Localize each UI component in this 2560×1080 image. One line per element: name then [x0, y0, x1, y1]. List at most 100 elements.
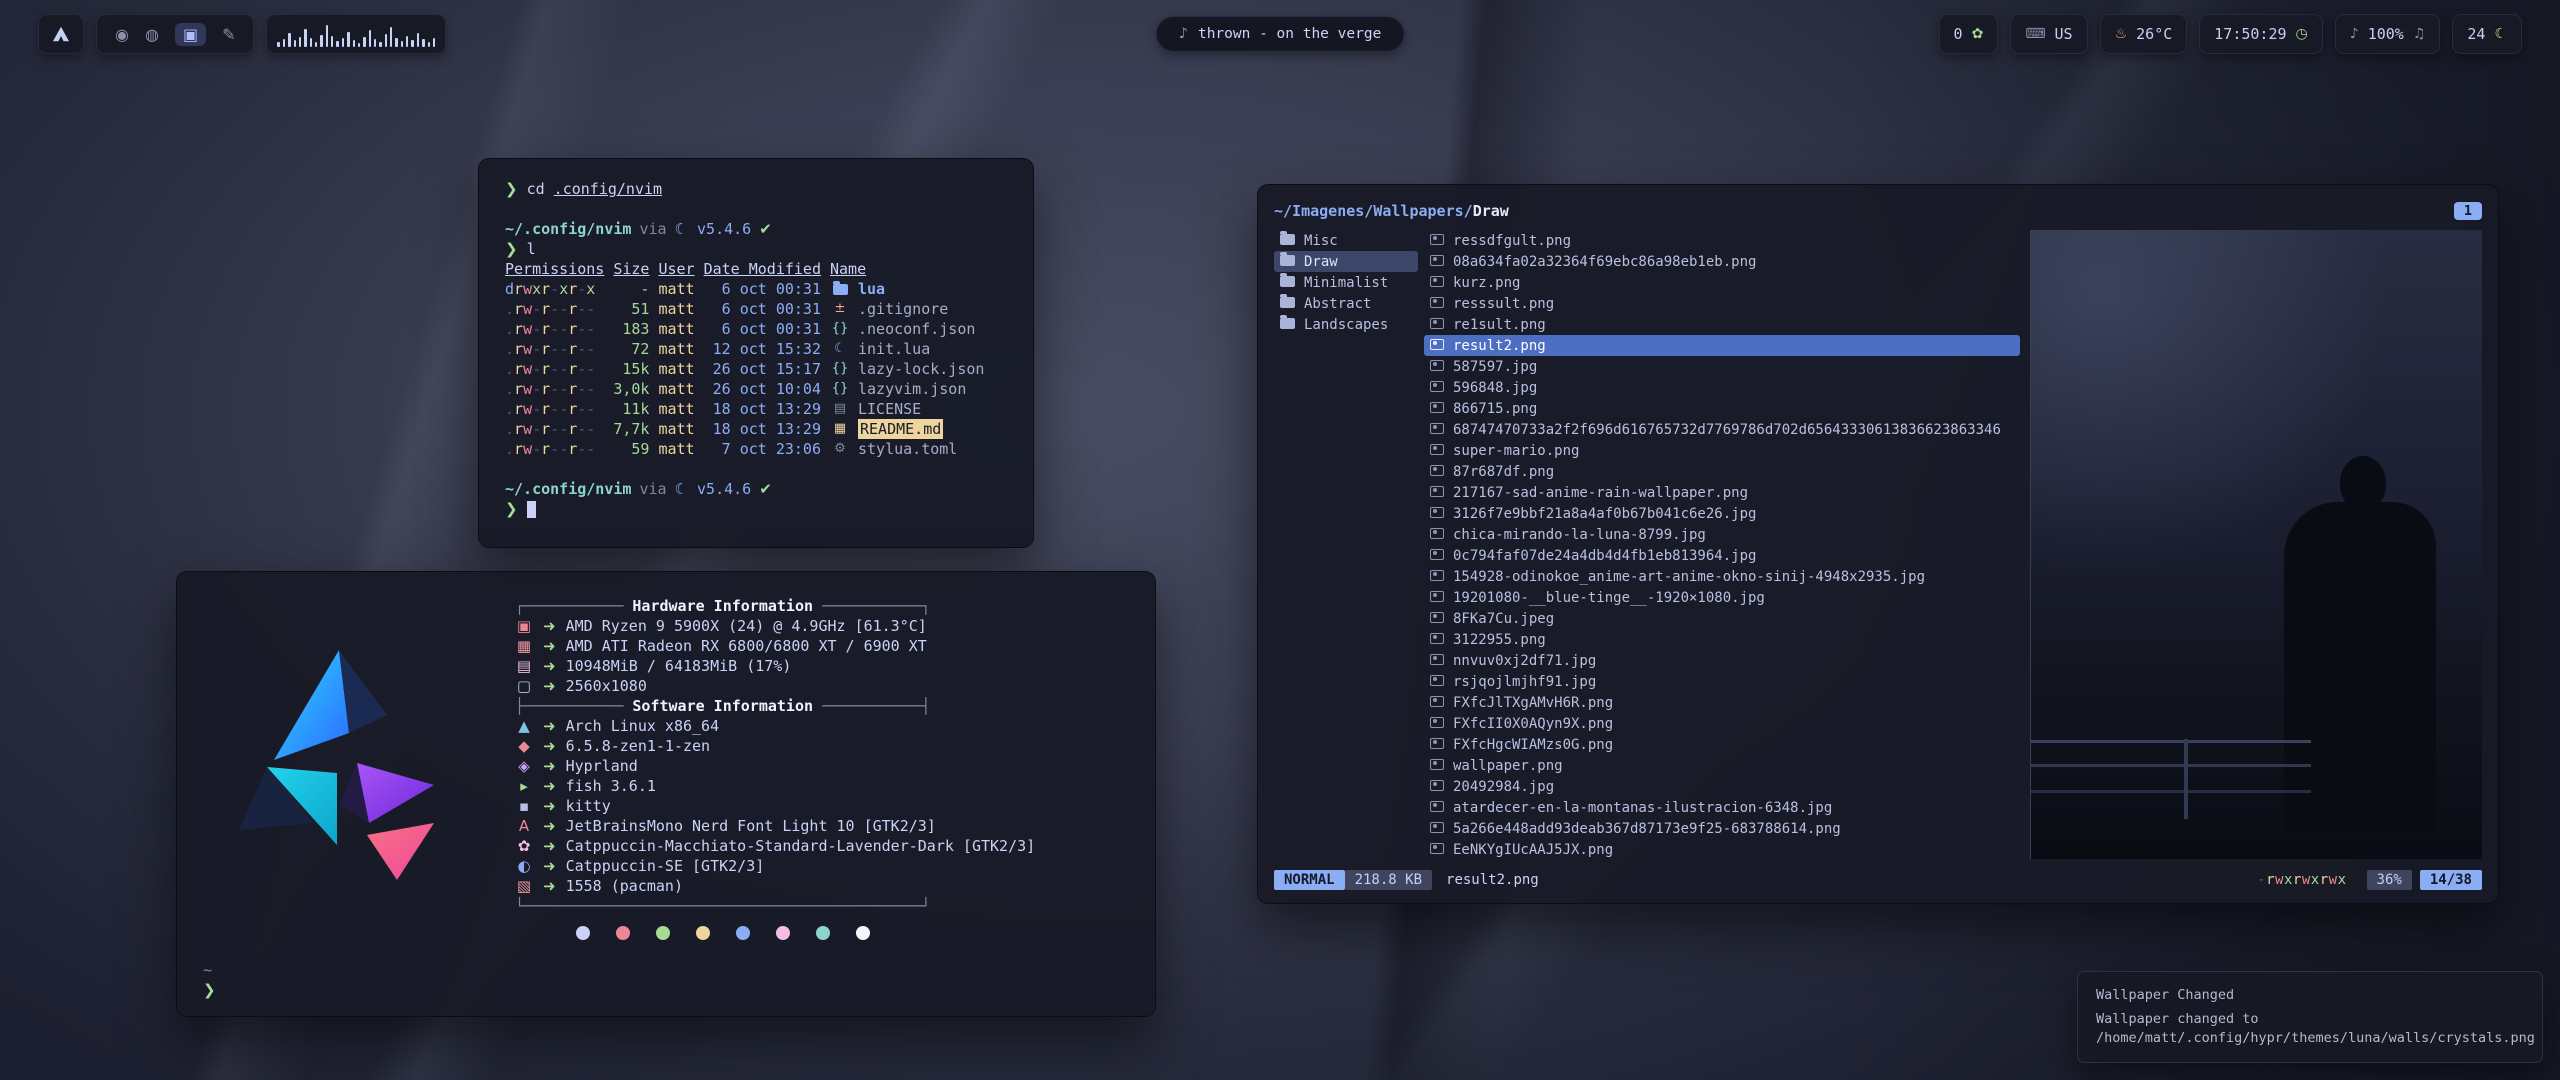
file-item[interactable]: 87r687df.png [1424, 461, 2020, 482]
color-palette [515, 926, 930, 940]
fetch-window[interactable]: ┌─────────── Hardware Information ──────… [176, 571, 1156, 1017]
folder-item[interactable]: Misc [1274, 230, 1418, 251]
status-right: -rwxrwxrwx 36% 14/38 [2257, 870, 2482, 890]
file-item[interactable]: 68747470733a2f2f696d616765732d7769786d70… [1424, 419, 2020, 440]
file-item[interactable]: rsjqojlmjhf91.jpg [1424, 671, 2020, 692]
file-item[interactable]: re1sult.png [1424, 314, 2020, 335]
file-item[interactable]: 154928-odinokoe_anime-art-anime-okno-sin… [1424, 566, 2020, 587]
folder-item[interactable]: Landscapes [1274, 314, 1418, 335]
file-item[interactable]: FXfcHgcWIAMzs0G.png [1424, 734, 2020, 755]
mic-icon: ♫ [2413, 26, 2426, 42]
box-footer: └───────────────────────────────────────… [515, 896, 1127, 916]
workspace-item[interactable]: ✎ [222, 25, 235, 44]
file-item[interactable]: 3122955.png [1424, 629, 2020, 650]
file-item[interactable]: FXfcJlTXgAMvH6R.png [1424, 692, 2020, 713]
size-cell: 59 [613, 439, 649, 459]
image-file-icon [1430, 842, 1444, 858]
name-cell: lua [830, 279, 1007, 299]
visualizer-bar [374, 39, 376, 47]
user-cell: matt [658, 319, 694, 339]
file-item[interactable]: resssult.png [1424, 293, 2020, 314]
size-cell: 3,0k [613, 379, 649, 399]
file-item[interactable]: 19201080-__blue-tinge__-1920×1080.jpg [1424, 587, 2020, 608]
file-list-pane[interactable]: ressdfgult.png08a634fa02a32364f69ebc86a9… [1424, 230, 2024, 859]
notification-toast[interactable]: Wallpaper Changed Wallpaper changed to /… [2077, 971, 2543, 1063]
file-name: FXfcII0X0AQyn9X.png [1453, 716, 1613, 732]
terminal-window[interactable]: ❯cd .config/nvim ~/.config/nvimvia☾ v5.4… [478, 158, 1034, 548]
permissions-cell: drwxr-xr-x [505, 279, 604, 299]
volume-module[interactable]: ♪ 100% ♫ [2335, 14, 2441, 54]
tab-badge[interactable]: 1 [2454, 202, 2482, 220]
size-cell: 11k [613, 399, 649, 419]
folder-item[interactable]: Abstract [1274, 293, 1418, 314]
fetch-prompt[interactable]: ~ ❯ [203, 960, 225, 1000]
section-title: Software Information [623, 697, 822, 715]
user-cell: matt [658, 339, 694, 359]
visualizer-bar [379, 42, 381, 47]
size-cell: - [613, 279, 649, 299]
workspace-item[interactable]: ◉ [115, 25, 129, 44]
info-icon: A [515, 816, 533, 836]
file-item[interactable]: 217167-sad-anime-rain-wallpaper.png [1424, 482, 2020, 503]
file-item[interactable]: 3126f7e9bbf21a8a4af0b67b041c6e26.jpg [1424, 503, 2020, 524]
file-name: 5a266e448add93deab367d87173e9f25-6837886… [1453, 821, 1841, 837]
file-item[interactable]: chica-mirando-la-luna-8799.jpg [1424, 524, 2020, 545]
file-item[interactable]: 596848.jpg [1424, 377, 2020, 398]
arrow-icon: ➜ [543, 836, 556, 856]
image-file-icon [1430, 569, 1444, 585]
date-cell: 26 oct 10:04 [704, 379, 821, 399]
arrow-icon: ➜ [543, 616, 556, 636]
folder-item[interactable]: Minimalist [1274, 272, 1418, 293]
file-name: lazyvim.json [858, 379, 966, 399]
file-item[interactable]: ressdfgult.png [1424, 230, 2020, 251]
keyboard-layout-module[interactable]: ⌨ US [2010, 14, 2087, 54]
file-item[interactable]: atardecer-en-la-montanas-ilustracion-634… [1424, 797, 2020, 818]
folder-name: Draw [1304, 254, 1338, 270]
file-item[interactable]: 20492984.jpg [1424, 776, 2020, 797]
runtime-version: v5.4.6 [697, 219, 751, 239]
file-name: 0c794faf07de24a4db4d4fb1eb813964.jpg [1453, 548, 1756, 564]
temperature-module[interactable]: ♨ 26°C [2100, 14, 2188, 54]
file-manager-window[interactable]: ~/Imagenes/Wallpapers/Draw 1 MiscDrawMin… [1257, 184, 2499, 904]
launcher-button[interactable] [38, 14, 84, 54]
ls-row: .rw-r--r--72matt12 oct 15:32☾init.lua [505, 339, 1007, 359]
file-item[interactable]: super-mario.png [1424, 440, 2020, 461]
folder-item[interactable]: Draw [1274, 251, 1418, 272]
file-name: result2.png [1453, 338, 1546, 354]
parent-directory-pane[interactable]: Misc Draw MinimalistAbstractLandscapes [1274, 230, 1424, 859]
file-name: .neoconf.json [858, 319, 975, 339]
file-item[interactable]: 866715.png [1424, 398, 2020, 419]
file-item[interactable]: 08a634fa02a32364f69ebc86a98eb1eb.png [1424, 251, 2020, 272]
file-item[interactable]: kurz.png [1424, 272, 2020, 293]
size-cell: 15k [613, 359, 649, 379]
arrow-icon: ➜ [543, 636, 556, 656]
user-cell: matt [658, 279, 694, 299]
file-item[interactable]: 5a266e448add93deab367d87173e9f25-6837886… [1424, 818, 2020, 839]
clock-module[interactable]: 17:50:29 ◷ [2199, 14, 2322, 54]
workspace-active[interactable]: ▣ [175, 23, 206, 46]
railing-line [2031, 740, 2311, 743]
file-item[interactable]: 587597.jpg [1424, 356, 2020, 377]
visualizer-bar [417, 33, 419, 47]
file-item[interactable]: result2.png [1424, 335, 2020, 356]
file-item[interactable]: wallpaper.png [1424, 755, 2020, 776]
file-item[interactable]: 0c794faf07de24a4db4d4fb1eb813964.jpg [1424, 545, 2020, 566]
starship-prompt-line: ~/.config/nvimvia☾ v5.4.6✔ [505, 219, 1007, 239]
notifications-module[interactable]: 24 ☾ [2452, 14, 2522, 54]
palette-dot [616, 926, 630, 940]
input-line[interactable]: ❯ [505, 499, 1007, 519]
file-name: lua [858, 279, 885, 299]
thermometer-icon: ♨ [2115, 26, 2128, 42]
file-item[interactable]: FXfcII0X0AQyn9X.png [1424, 713, 2020, 734]
file-item[interactable]: EeNKYgIUcAAJ5JX.png [1424, 839, 2020, 859]
file-name: LICENSE [858, 399, 921, 419]
top-bar-left: ◉ ◍ ▣ ✎ [38, 14, 446, 54]
workspace-item[interactable]: ◍ [145, 25, 159, 44]
user-cell: matt [658, 359, 694, 379]
music-module[interactable]: ♪ thrown - on the verge [1156, 16, 1405, 52]
ls-row: .rw-r--r--11kmatt18 oct 13:29▤LICENSE [505, 399, 1007, 419]
file-item[interactable]: nnvuv0xj2df71.jpg [1424, 650, 2020, 671]
updates-module[interactable]: 0 ✿ [1939, 14, 1999, 54]
file-item[interactable]: 8FKa7Cu.jpeg [1424, 608, 2020, 629]
check-icon: ✔ [759, 479, 772, 499]
